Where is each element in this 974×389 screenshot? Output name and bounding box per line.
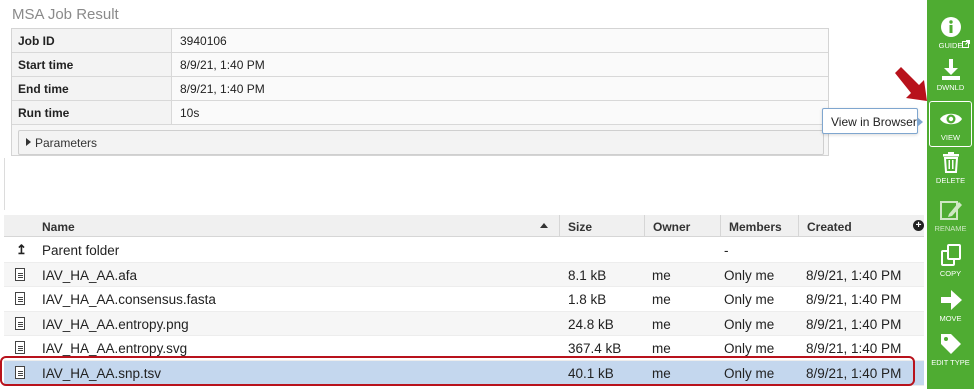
guide-button[interactable]: GUIDE bbox=[927, 10, 974, 56]
file-name: IAV_HA_AA.entropy.png bbox=[42, 316, 189, 332]
action-label: VIEW bbox=[940, 133, 961, 142]
file-name: IAV_HA_AA.afa bbox=[42, 267, 138, 283]
job-summary-table: Job ID 3940106 Start time 8/9/21, 1:40 P… bbox=[11, 28, 829, 156]
summary-label: Job ID bbox=[12, 29, 172, 52]
table-row[interactable]: IAV_HA_AA.afa 8.1 kB me Only me 8/9/21, … bbox=[4, 262, 924, 288]
column-header-members[interactable]: Members bbox=[720, 215, 798, 237]
summary-row-end-time: End time 8/9/21, 1:40 PM bbox=[12, 77, 828, 101]
action-label: MOVE bbox=[939, 314, 962, 323]
file-size: 367.4 kB bbox=[568, 341, 622, 357]
file-owner: me bbox=[652, 292, 671, 308]
pencil-icon bbox=[940, 201, 962, 220]
summary-label: Start time bbox=[12, 53, 172, 76]
column-header-owner[interactable]: Owner bbox=[644, 215, 720, 237]
file-icon bbox=[15, 292, 25, 306]
action-label: DELETE bbox=[935, 176, 966, 185]
parameters-toggle[interactable]: Parameters bbox=[18, 130, 824, 155]
info-icon bbox=[941, 17, 961, 37]
file-members: - bbox=[724, 243, 729, 258]
action-label: DWNLD bbox=[936, 83, 965, 92]
file-members: Only me bbox=[724, 292, 775, 308]
file-owner: me bbox=[652, 267, 671, 283]
file-owner: me bbox=[652, 316, 671, 332]
file-icon bbox=[15, 316, 25, 330]
move-button[interactable]: MOVE bbox=[927, 283, 974, 329]
copy-icon bbox=[941, 244, 961, 266]
file-created: 8/9/21, 1:40 PM bbox=[806, 316, 902, 332]
edit-type-button[interactable]: EDIT TYPE bbox=[927, 327, 974, 373]
table-row[interactable]: IAV_HA_AA.entropy.png 24.8 kB me Only me… bbox=[4, 311, 924, 337]
tag-icon bbox=[941, 334, 961, 354]
file-name: IAV_HA_AA.entropy.svg bbox=[42, 341, 188, 357]
delete-button[interactable]: DELETE bbox=[927, 145, 974, 191]
action-label: RENAME bbox=[934, 224, 967, 233]
file-icon bbox=[15, 341, 25, 355]
summary-row-job-id: Job ID 3940106 bbox=[12, 29, 828, 53]
add-column-icon[interactable]: + bbox=[913, 220, 924, 231]
table-row[interactable]: ↥ Parent folder - bbox=[4, 238, 924, 263]
file-owner: me bbox=[652, 341, 671, 357]
file-created: 8/9/21, 1:40 PM bbox=[806, 267, 902, 283]
external-link-icon bbox=[962, 40, 970, 48]
table-row[interactable]: IAV_HA_AA.consensus.fasta 1.8 kB me Only… bbox=[4, 287, 924, 312]
view-button[interactable]: VIEW bbox=[929, 101, 972, 147]
copy-button[interactable]: COPY bbox=[927, 238, 974, 284]
summary-value: 3940106 bbox=[180, 34, 227, 48]
summary-value: 8/9/21, 1:40 PM bbox=[180, 58, 265, 72]
file-size: 1.8 kB bbox=[568, 292, 607, 308]
download-icon bbox=[942, 59, 960, 80]
eye-icon bbox=[940, 113, 962, 125]
parameters-label: Parameters bbox=[35, 136, 98, 150]
column-header-size[interactable]: Size bbox=[559, 215, 644, 237]
action-label: COPY bbox=[939, 269, 962, 278]
file-members: Only me bbox=[724, 341, 775, 357]
file-created: 8/9/21, 1:40 PM bbox=[806, 292, 902, 308]
file-size: 8.1 kB bbox=[568, 267, 607, 283]
file-members: Only me bbox=[724, 316, 775, 332]
file-name: Parent folder bbox=[42, 243, 120, 258]
arrow-right-icon bbox=[941, 290, 962, 310]
column-header-created[interactable]: Created bbox=[798, 215, 908, 237]
sort-ascending-icon bbox=[540, 223, 548, 228]
summary-value: 10s bbox=[180, 106, 200, 120]
grid-header: Name Size Owner Members Created + bbox=[4, 215, 924, 237]
summary-row-start-time: Start time 8/9/21, 1:40 PM bbox=[12, 53, 828, 77]
page-title: MSA Job Result bbox=[12, 6, 119, 23]
file-icon bbox=[15, 267, 25, 281]
file-name: IAV_HA_AA.consensus.fasta bbox=[42, 292, 216, 308]
trash-icon bbox=[943, 152, 959, 173]
summary-label: End time bbox=[12, 77, 172, 100]
action-label: EDIT TYPE bbox=[931, 358, 970, 367]
action-sidebar: GUIDE DWNLD VIEW DELETE RENAME COPY MOVE… bbox=[927, 0, 974, 389]
summary-value: 8/9/21, 1:40 PM bbox=[180, 82, 265, 96]
file-size: 24.8 kB bbox=[568, 316, 614, 332]
divider bbox=[4, 158, 5, 210]
file-created: 8/9/21, 1:40 PM bbox=[806, 341, 902, 357]
view-tooltip: View in Browser bbox=[822, 108, 923, 134]
download-button[interactable]: DWNLD bbox=[927, 52, 974, 98]
parent-folder-icon: ↥ bbox=[16, 242, 27, 257]
rename-button[interactable]: RENAME bbox=[927, 193, 974, 239]
column-header-name[interactable]: Name bbox=[34, 215, 558, 237]
selection-highlight bbox=[0, 356, 915, 386]
summary-row-run-time: Run time 10s bbox=[12, 101, 828, 125]
summary-label: Run time bbox=[12, 101, 172, 124]
expand-triangle-icon bbox=[26, 138, 31, 146]
file-members: Only me bbox=[724, 267, 775, 283]
